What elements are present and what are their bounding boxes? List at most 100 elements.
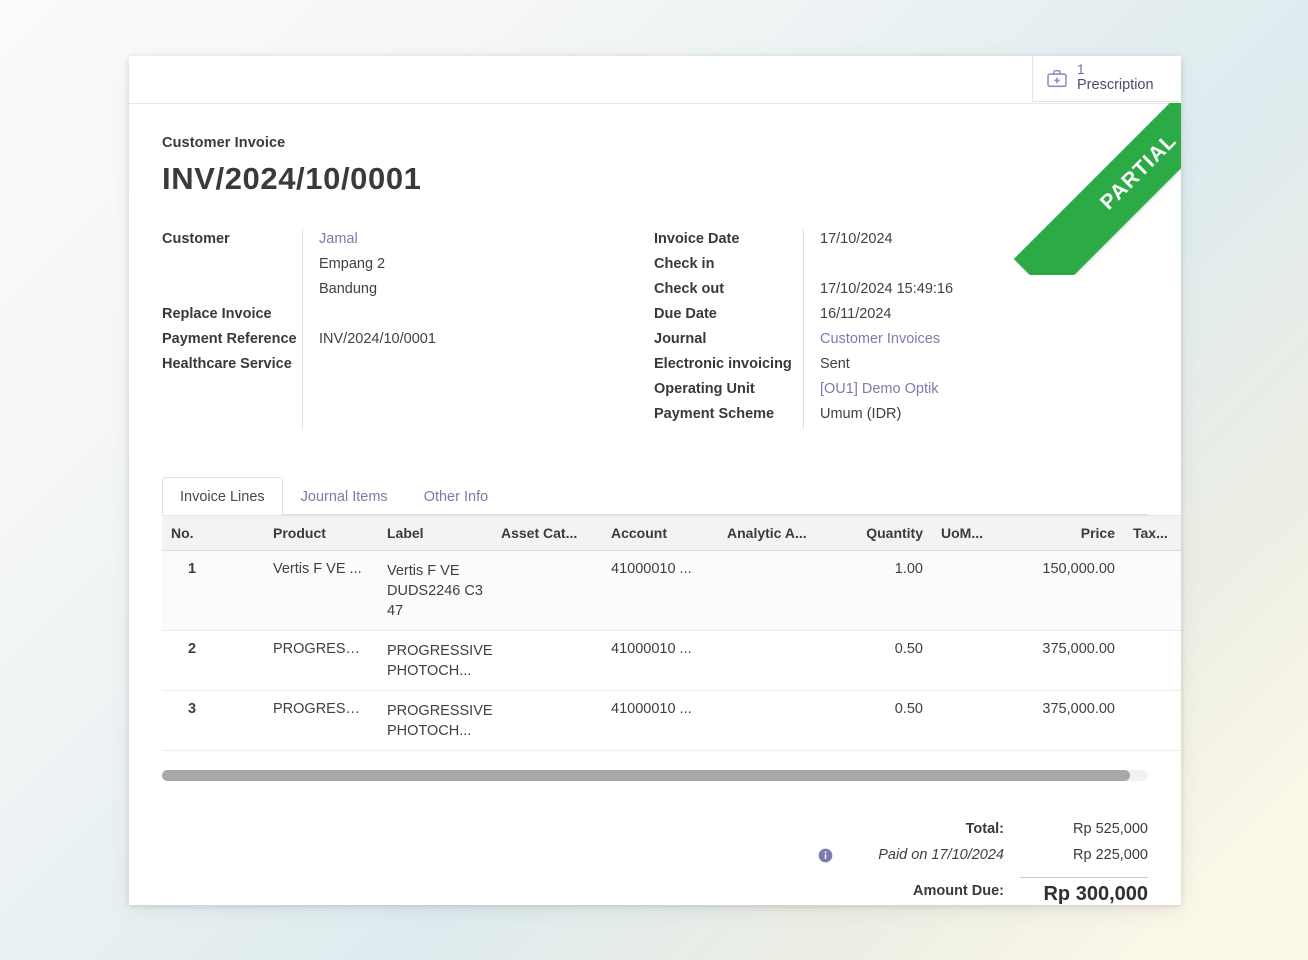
cell-product[interactable]: PROGRESSI... <box>264 690 378 751</box>
cell-quantity[interactable]: 0.50 <box>834 690 932 751</box>
field-value-invoice-date[interactable]: 17/10/2024 <box>820 229 953 249</box>
field-groups: Customer Replace Invoice Payment Referen… <box>162 229 1148 429</box>
cell-tax[interactable] <box>1124 690 1181 751</box>
cell-analytic-account[interactable] <box>718 550 834 631</box>
cell-account[interactable]: 41000010 ... <box>602 630 718 691</box>
field-value-check-in[interactable] <box>820 254 953 274</box>
paid-label: Paid on 17/10/2024 <box>878 847 1004 863</box>
amount-due-value: Rp 300,000 <box>1020 876 1148 906</box>
field-value-operating-unit[interactable]: [OU1] Demo Optik <box>820 379 953 399</box>
column-header-tax[interactable]: Tax... <box>1124 515 1181 551</box>
field-value-electronic-invoicing: Sent <box>820 356 850 372</box>
cell-spacer <box>222 690 264 751</box>
field-label-check-out: Check out <box>654 281 725 297</box>
column-header-account[interactable]: Account <box>602 515 718 551</box>
field-label-replace-invoice: Replace Invoice <box>162 306 272 322</box>
invoice-sheet: Customer Invoice INV/2024/10/0001 Custom… <box>129 104 1181 905</box>
cell-label[interactable]: Vertis F VE DUDS2246 C3 47 <box>387 561 483 621</box>
cell-quantity[interactable]: 0.50 <box>834 630 932 691</box>
column-header-product[interactable]: Product <box>264 515 378 551</box>
field-value-payment-reference[interactable]: INV/2024/10/0001 <box>319 329 436 349</box>
total-label: Total: <box>965 821 1004 837</box>
column-header-uom[interactable]: UoM... <box>932 515 1002 551</box>
cell-analytic-account[interactable] <box>718 630 834 691</box>
field-value-due-date[interactable]: 16/11/2024 <box>820 304 953 324</box>
total-row: Total: Rp 525,000 <box>818 816 1148 842</box>
table-header: No. Product Label Asset Cat... Account A… <box>162 515 1181 551</box>
column-header-analytic-account[interactable]: Analytic A... <box>718 515 834 551</box>
total-value: Rp 525,000 <box>1073 821 1148 837</box>
field-value-customer-street: Empang 2 <box>319 256 386 272</box>
cell-price[interactable]: 150,000.00 <box>1002 550 1124 631</box>
right-field-group: Invoice Date Check in Check out Due Date… <box>654 229 1114 429</box>
field-label-operating-unit: Operating Unit <box>654 381 755 397</box>
cell-price[interactable]: 375,000.00 <box>1002 630 1124 691</box>
cell-uom[interactable] <box>932 690 1002 751</box>
left-field-group: Customer Replace Invoice Payment Referen… <box>162 229 654 429</box>
cell-tax[interactable] <box>1124 630 1181 691</box>
table-header-row: No. Product Label Asset Cat... Account A… <box>162 515 1181 551</box>
column-header-price[interactable]: Price <box>1002 515 1124 551</box>
field-label-check-in: Check in <box>654 256 715 272</box>
column-header-asset-category[interactable]: Asset Cat... <box>492 515 602 551</box>
cell-spacer <box>222 550 264 631</box>
cell-asset-category[interactable] <box>492 690 602 751</box>
cell-product[interactable]: Vertis F VE ... <box>264 550 378 631</box>
prescription-stat-button[interactable]: 1 Prescription <box>1032 56 1180 102</box>
amount-due-row: Amount Due: Rp 300,000 <box>818 873 1148 905</box>
field-value-customer[interactable]: Jamal <box>319 229 436 249</box>
field-value-replace-invoice[interactable] <box>319 304 436 324</box>
table-row[interactable]: 1 Vertis F VE ... Vertis F VE DUDS2246 C… <box>162 550 1181 631</box>
prescription-count: 1 <box>1077 62 1085 78</box>
field-label-blank-2 <box>162 279 302 299</box>
tab-invoice-lines[interactable]: Invoice Lines <box>162 477 283 515</box>
tab-journal-items[interactable]: Journal Items <box>283 477 406 515</box>
invoice-lines-table: No. Product Label Asset Cat... Account A… <box>162 515 1181 751</box>
cell-account[interactable]: 41000010 ... <box>602 550 718 631</box>
medical-briefcase-icon <box>1046 68 1068 90</box>
cell-uom[interactable] <box>932 550 1002 631</box>
field-label-invoice-date: Invoice Date <box>654 231 740 247</box>
cell-no: 1 <box>162 550 222 631</box>
paid-row: Paid on 17/10/2024 Rp 225,000 <box>818 842 1148 868</box>
cell-product[interactable]: PROGRESSI... <box>264 630 378 691</box>
table-row[interactable]: 3 PROGRESSI... PROGRESSIVE PHOTOCH... 41… <box>162 690 1181 751</box>
tab-other-info[interactable]: Other Info <box>406 477 506 515</box>
cell-account[interactable]: 41000010 ... <box>602 690 718 751</box>
field-label-customer: Customer <box>162 231 230 247</box>
notebook-tabs: Invoice Lines Journal Items Other Info <box>162 477 1148 515</box>
cell-label[interactable]: PROGRESSIVE PHOTOCH... <box>387 641 492 681</box>
cell-tax[interactable] <box>1124 550 1181 631</box>
table-row[interactable]: 2 PROGRESSI... PROGRESSIVE PHOTOCH... 41… <box>162 630 1181 691</box>
cell-price[interactable]: 375,000.00 <box>1002 690 1124 751</box>
totals-section: Total: Rp 525,000 Paid on 17/10/2024 Rp … <box>162 816 1148 905</box>
field-value-healthcare-service[interactable] <box>319 354 436 374</box>
prescription-label: Prescription <box>1077 76 1154 93</box>
invoice-lines-table-wrapper: No. Product Label Asset Cat... Account A… <box>162 515 1181 781</box>
cell-analytic-account[interactable] <box>718 690 834 751</box>
field-value-check-out[interactable]: 17/10/2024 15:49:16 <box>820 279 953 299</box>
invoice-card: 1 Prescription PARTIAL Customer Invoice … <box>129 56 1181 905</box>
field-label-healthcare-service: Healthcare Service <box>162 356 292 372</box>
field-value-payment-scheme[interactable]: Umum (IDR) <box>820 404 953 424</box>
field-label-payment-reference: Payment Reference <box>162 331 297 347</box>
field-value-journal[interactable]: Customer Invoices <box>820 329 953 349</box>
document-type: Customer Invoice <box>162 135 286 151</box>
cell-asset-category[interactable] <box>492 550 602 631</box>
column-header-label[interactable]: Label <box>378 515 492 551</box>
field-label-due-date: Due Date <box>654 306 717 322</box>
cell-quantity[interactable]: 1.00 <box>834 550 932 631</box>
table-body: 1 Vertis F VE ... Vertis F VE DUDS2246 C… <box>162 550 1181 751</box>
horizontal-scrollbar[interactable] <box>162 770 1148 781</box>
cell-asset-category[interactable] <box>492 630 602 691</box>
cell-label[interactable]: PROGRESSIVE PHOTOCH... <box>387 701 492 741</box>
info-icon[interactable] <box>818 848 833 863</box>
field-label-payment-scheme: Payment Scheme <box>654 406 775 422</box>
column-header-no[interactable]: No. <box>162 515 222 551</box>
scrollbar-thumb[interactable] <box>162 770 1131 781</box>
column-header-spacer <box>222 515 264 551</box>
cell-uom[interactable] <box>932 630 1002 691</box>
amount-due-label: Amount Due: <box>912 883 1004 899</box>
field-label-electronic-invoicing: Electronic invoicing <box>654 356 792 372</box>
column-header-quantity[interactable]: Quantity <box>834 515 932 551</box>
